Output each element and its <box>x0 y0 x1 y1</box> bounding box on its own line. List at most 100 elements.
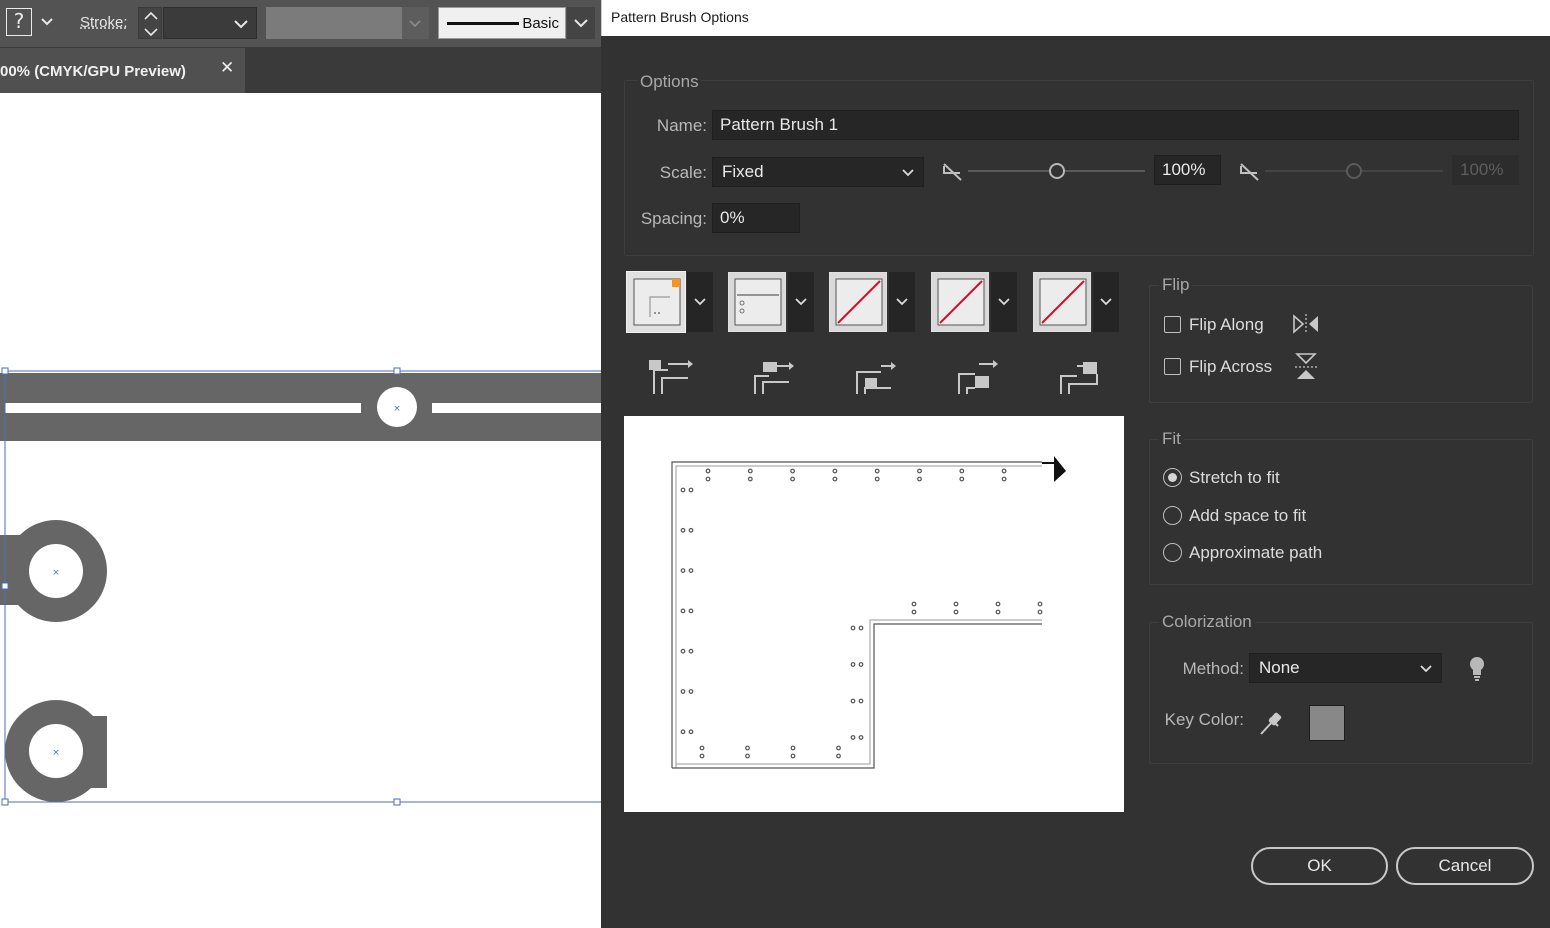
brush-definition-dropdown[interactable] <box>567 7 595 39</box>
pattern-dot <box>688 568 694 574</box>
center-point-marker: × <box>52 568 60 578</box>
pattern-dot <box>874 468 880 474</box>
start-tile-icon <box>958 360 998 394</box>
name-input[interactable]: Pattern Brush 1 <box>712 110 1519 140</box>
brush-definition-label: Basic <box>522 15 559 32</box>
dialog-title: Pattern Brush Options <box>611 9 749 25</box>
brush-definition[interactable]: Basic <box>438 7 566 39</box>
approximate-path-label[interactable]: Approximate path <box>1189 543 1322 563</box>
dialog-titlebar[interactable]: Pattern Brush Options <box>601 0 1550 36</box>
key-color-swatch[interactable] <box>1309 705 1345 741</box>
pattern-dot <box>832 476 838 482</box>
pattern-dot <box>688 648 694 654</box>
selection-handle[interactable] <box>1 367 9 375</box>
pattern-dot <box>1037 601 1043 607</box>
scale-slider-thumb[interactable] <box>1048 163 1065 179</box>
pattern-dot <box>680 527 686 533</box>
close-icon[interactable]: ✕ <box>220 58 234 78</box>
tile-side[interactable] <box>728 272 786 332</box>
tile-swatch-icon <box>734 278 782 326</box>
selection-handle[interactable] <box>393 367 401 375</box>
add-space-to-fit-radio[interactable] <box>1163 506 1182 525</box>
tile-start-dropdown[interactable] <box>991 272 1017 332</box>
selection-handle[interactable] <box>1 582 9 590</box>
method-label: Method: <box>1182 659 1244 678</box>
stepper-arrows-icon <box>144 11 158 37</box>
side-tile-icon <box>754 362 794 394</box>
ok-button[interactable]: OK <box>1251 847 1388 885</box>
flip-along-checkbox[interactable] <box>1164 316 1181 333</box>
flip-along-icon <box>1293 314 1318 334</box>
stretch-to-fit-radio[interactable] <box>1163 468 1182 487</box>
chevron-down-icon[interactable] <box>36 8 58 36</box>
chevron-down-icon <box>409 20 421 28</box>
flip-across-checkbox[interactable] <box>1164 358 1181 375</box>
method-select[interactable]: None <box>1249 653 1442 683</box>
scale-percent-input[interactable]: 100% <box>1154 155 1221 185</box>
pattern-dot <box>747 476 753 482</box>
pattern-dot <box>953 609 959 615</box>
stroke-weight-field[interactable] <box>163 7 257 39</box>
pattern-dot <box>850 735 856 740</box>
selection-handle[interactable] <box>393 798 401 806</box>
pattern-dot <box>850 625 856 631</box>
add-space-to-fit-label[interactable]: Add space to fit <box>1189 506 1306 526</box>
artboard-canvas[interactable]: × × × <box>0 93 606 928</box>
key-color-label: Key Color: <box>1164 710 1244 729</box>
fit-group-title: Fit <box>1159 429 1184 449</box>
pattern-dot <box>917 476 922 482</box>
pattern-dot <box>836 753 841 759</box>
tile-start[interactable] <box>931 272 989 332</box>
pattern-dot <box>790 476 796 482</box>
tile-inner-corner[interactable] <box>829 272 887 332</box>
tile-none-icon <box>835 278 883 326</box>
tile-end-dropdown[interactable] <box>1093 272 1119 332</box>
chevron-down-icon <box>998 298 1010 306</box>
chevron-down-icon <box>574 19 588 28</box>
scale-label: Scale: <box>659 163 707 182</box>
pattern-dot <box>995 609 1001 615</box>
tile-outer-corner[interactable] <box>627 272 685 332</box>
pattern-dot <box>688 689 694 694</box>
flip-across-label[interactable]: Flip Across <box>1189 357 1272 377</box>
stroke-weight-stepper[interactable] <box>138 7 162 39</box>
tile-side-dropdown[interactable] <box>788 272 814 332</box>
help-icon[interactable]: ? <box>6 8 32 36</box>
pattern-dot <box>699 753 705 759</box>
document-tab[interactable]: 00% (CMYK/GPU Preview) ✕ <box>0 48 245 93</box>
pattern-dot <box>911 609 917 615</box>
pattern-dot <box>836 745 841 751</box>
pattern-dot <box>745 753 750 759</box>
document-tab-title: 00% (CMYK/GPU Preview) <box>0 63 186 80</box>
pattern-dot <box>874 476 880 482</box>
eyedropper-icon[interactable] <box>1257 708 1285 738</box>
pattern-dot <box>680 729 686 735</box>
approximate-path-radio[interactable] <box>1163 543 1182 562</box>
stroke-label[interactable]: Stroke: <box>80 14 128 31</box>
tile-inner-corner-dropdown[interactable] <box>889 272 915 332</box>
pattern-dot <box>858 662 864 667</box>
pattern-dot <box>680 568 686 574</box>
chevron-down-icon <box>1420 665 1432 673</box>
flip-along-label[interactable]: Flip Along <box>1189 315 1264 335</box>
pattern-dot <box>688 608 694 614</box>
scale-select[interactable]: Fixed <box>712 157 924 187</box>
selection-handle[interactable] <box>1 798 9 806</box>
cancel-button[interactable]: Cancel <box>1396 847 1534 885</box>
chevron-down-icon <box>694 298 706 306</box>
pattern-dot <box>705 476 711 482</box>
spacing-input[interactable]: 0% <box>712 203 800 233</box>
pattern-dot <box>959 476 965 482</box>
pattern-dot <box>832 468 838 474</box>
tile-end[interactable] <box>1033 272 1091 332</box>
variable-width-profile[interactable] <box>266 7 402 39</box>
stretch-to-fit-label[interactable]: Stretch to fit <box>1189 468 1280 488</box>
chevron-down-icon[interactable] <box>232 10 250 38</box>
artwork[interactable]: × × × <box>0 93 606 928</box>
bar-stripe-right <box>432 403 601 413</box>
profile-dropdown[interactable] <box>402 7 429 39</box>
pattern-dot <box>699 745 705 751</box>
scale-variation-icon <box>1240 163 1259 181</box>
tips-lightbulb-icon[interactable] <box>1467 655 1487 683</box>
tile-outer-corner-dropdown[interactable] <box>687 272 713 332</box>
